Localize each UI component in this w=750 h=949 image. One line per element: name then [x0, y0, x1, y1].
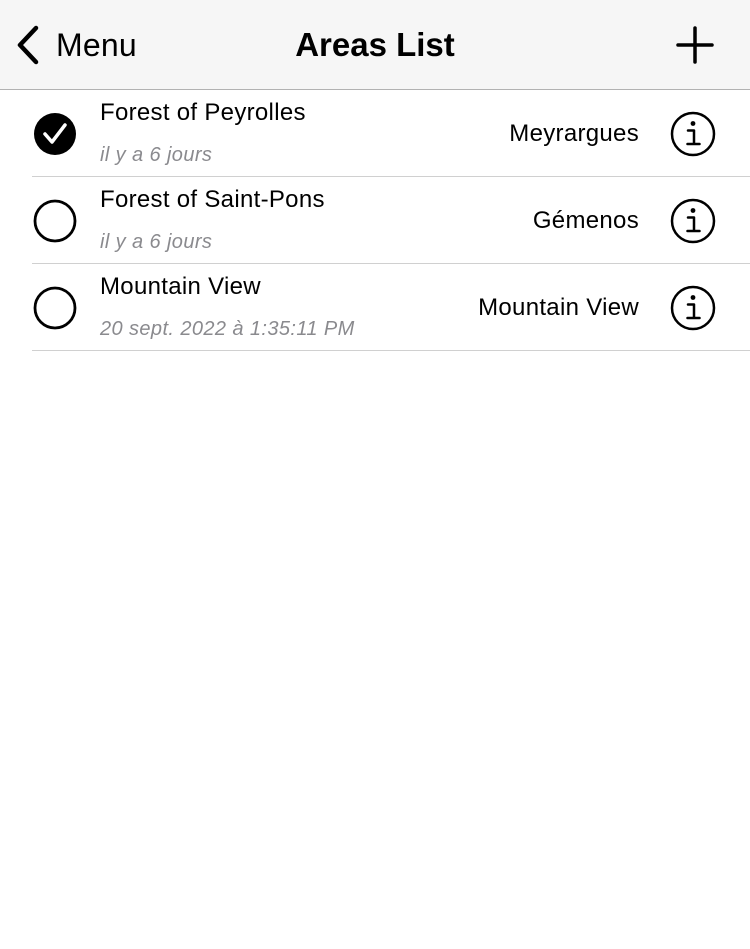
area-name: Mountain View	[100, 273, 261, 300]
info-icon[interactable]	[670, 198, 716, 244]
area-location: Gémenos	[532, 207, 639, 234]
plus-icon	[670, 26, 720, 74]
area-row[interactable]: Forest of Saint-Pons il y a 6 jours Géme…	[0, 177, 750, 264]
navigation-bar: Menu Areas List	[0, 0, 750, 90]
unselected-circle-icon[interactable]	[33, 286, 77, 330]
area-location: Mountain View	[478, 294, 639, 321]
back-button[interactable]: Menu	[14, 22, 137, 68]
area-row[interactable]: Mountain View 20 sept. 2022 à 1:35:11 PM…	[0, 264, 750, 351]
area-row[interactable]: Forest of Peyrolles il y a 6 jours Meyra…	[0, 90, 750, 177]
area-name: Forest of Saint-Pons	[100, 186, 325, 213]
areas-list: Forest of Peyrolles il y a 6 jours Meyra…	[0, 90, 750, 351]
unselected-circle-icon[interactable]	[33, 199, 77, 243]
info-icon[interactable]	[670, 111, 716, 157]
info-icon[interactable]	[670, 285, 716, 331]
area-date: il y a 6 jours	[100, 144, 213, 166]
back-button-label: Menu	[56, 26, 137, 63]
area-date: il y a 6 jours	[100, 231, 213, 253]
area-name: Forest of Peyrolles	[100, 99, 306, 126]
area-date: 20 sept. 2022 à 1:35:11 PM	[100, 318, 355, 340]
add-area-button[interactable]	[670, 20, 720, 70]
chevron-left-icon	[14, 24, 42, 66]
selected-checkmark-icon[interactable]	[33, 112, 77, 156]
area-location: Meyrargues	[509, 120, 639, 147]
